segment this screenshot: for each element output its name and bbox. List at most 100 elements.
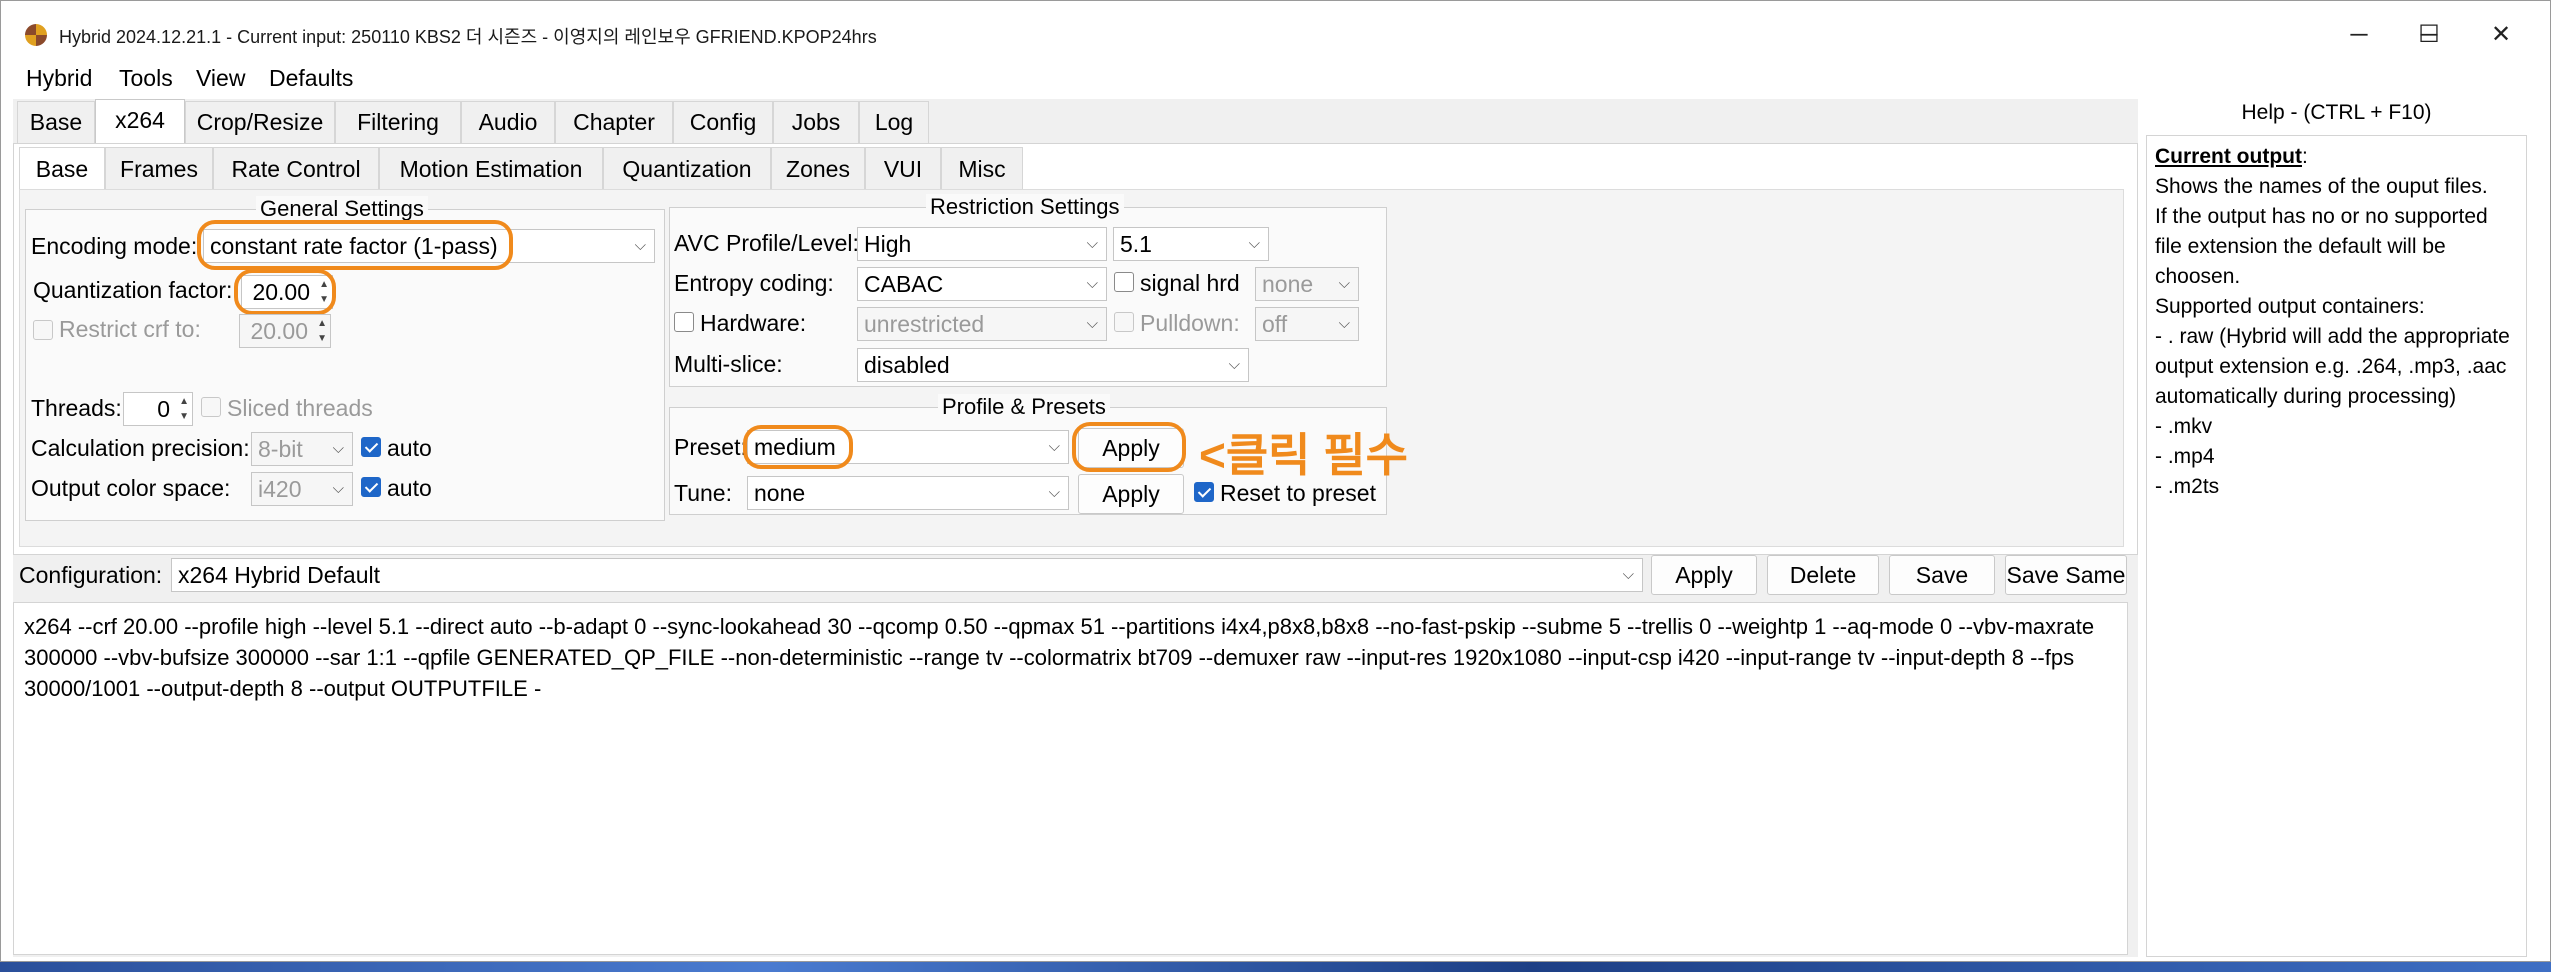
help-heading-line: Current output: bbox=[2155, 142, 2518, 172]
hybrid-app-icon bbox=[25, 24, 47, 46]
multi-slice-value: disabled bbox=[864, 352, 950, 378]
spin-arrows-icon[interactable]: ▲ ▼ bbox=[317, 316, 327, 346]
avc-profile-combo[interactable]: High ⌵ bbox=[857, 227, 1107, 261]
calculation-auto-checkbox[interactable] bbox=[361, 437, 381, 457]
threads-spinbox[interactable]: 0 ▲ ▼ bbox=[123, 392, 193, 426]
restrict-crf-checkbox[interactable] bbox=[33, 320, 53, 340]
signal-hrd-label: signal hrd bbox=[1140, 270, 1240, 296]
general-settings-title: General Settings bbox=[256, 196, 428, 222]
avc-level-value: 5.1 bbox=[1120, 231, 1152, 257]
minimize-window-icon[interactable]: ─ bbox=[2339, 19, 2379, 51]
subtab-vui[interactable]: VUI bbox=[865, 147, 941, 189]
hardware-checkbox[interactable] bbox=[674, 312, 694, 332]
pulldown-combo[interactable]: off ⌵ bbox=[1255, 307, 1359, 341]
chevron-down-icon: ⌵ bbox=[634, 237, 646, 254]
signal-hrd-combo[interactable]: none ⌵ bbox=[1255, 267, 1359, 301]
entropy-coding-label: Entropy coding: bbox=[674, 270, 834, 296]
window-title: Hybrid 2024.12.21.1 - Current input: 250… bbox=[59, 27, 877, 47]
menu-hybrid[interactable]: Hybrid bbox=[26, 65, 92, 92]
config-save-button[interactable]: Save bbox=[1889, 555, 1995, 595]
help-panel[interactable]: Current output: Shows the names of the o… bbox=[2146, 135, 2527, 957]
sliced-threads-label: Sliced threads bbox=[227, 395, 373, 421]
calculation-precision-combo[interactable]: 8-bit ⌵ bbox=[251, 432, 353, 466]
tab-base[interactable]: Base bbox=[17, 101, 95, 143]
chevron-down-icon: ⌵ bbox=[1622, 566, 1634, 583]
encoding-mode-value: constant rate factor (1-pass) bbox=[210, 233, 498, 259]
help-line: - . raw (Hybrid will add the appropriate… bbox=[2155, 325, 2510, 408]
chevron-down-icon: ⌵ bbox=[1248, 235, 1260, 252]
calculation-auto-label: auto bbox=[387, 435, 432, 461]
chevron-down-icon: ⌵ bbox=[1338, 315, 1350, 332]
tab-x264[interactable]: x264 bbox=[95, 99, 185, 143]
subtab-misc[interactable]: Misc bbox=[941, 147, 1023, 189]
preset-combo[interactable]: medium ⌵ bbox=[747, 430, 1069, 464]
entropy-coding-value: CABAC bbox=[864, 271, 944, 297]
subtab-frames[interactable]: Frames bbox=[105, 147, 213, 189]
help-line: If the output has no or no supported fil… bbox=[2155, 205, 2488, 288]
tab-crop-resize[interactable]: Crop/Resize bbox=[185, 101, 335, 143]
menu-view[interactable]: View bbox=[196, 65, 245, 92]
configuration-label: Configuration: bbox=[19, 562, 163, 588]
chevron-down-icon: ⌵ bbox=[1086, 275, 1098, 292]
subtab-base[interactable]: Base bbox=[19, 147, 105, 189]
colorspace-auto-checkbox[interactable] bbox=[361, 477, 381, 497]
spin-arrows-icon[interactable]: ▲ ▼ bbox=[319, 277, 329, 307]
restrict-crf-label: Restrict crf to: bbox=[59, 316, 201, 342]
help-heading: Current output bbox=[2155, 145, 2302, 168]
profile-presets-title: Profile & Presets bbox=[938, 394, 1110, 420]
pulldown-checkbox[interactable] bbox=[1114, 312, 1134, 332]
tune-label: Tune: bbox=[674, 480, 732, 506]
tab-chapter[interactable]: Chapter bbox=[555, 101, 673, 143]
config-save-same-button[interactable]: Save Same bbox=[2005, 555, 2127, 595]
maximize-icon[interactable]: ☐ bbox=[2409, 19, 2449, 51]
multi-slice-combo[interactable]: disabled ⌵ bbox=[857, 348, 1249, 382]
sliced-threads-checkbox[interactable] bbox=[201, 397, 221, 417]
output-color-space-combo[interactable]: i420 ⌵ bbox=[251, 472, 353, 506]
restrict-crf-spinbox[interactable]: 20.00 ▲ ▼ bbox=[239, 314, 331, 348]
hardware-combo[interactable]: unrestricted ⌵ bbox=[857, 307, 1107, 341]
encoding-mode-combo[interactable]: constant rate factor (1-pass) ⌵ bbox=[203, 229, 655, 263]
chevron-down-icon: ⌵ bbox=[332, 480, 344, 497]
chevron-down-icon: ⌵ bbox=[332, 440, 344, 457]
chevron-down-icon: ⌵ bbox=[1048, 438, 1060, 455]
quantization-factor-spinbox[interactable]: 20.00 ▲ ▼ bbox=[241, 275, 333, 309]
tab-audio[interactable]: Audio bbox=[461, 101, 555, 143]
config-delete-button[interactable]: Delete bbox=[1767, 555, 1879, 595]
subtab-motion-estimation[interactable]: Motion Estimation bbox=[379, 147, 603, 189]
config-apply-button[interactable]: Apply bbox=[1651, 555, 1757, 595]
multi-slice-label: Multi-slice: bbox=[674, 351, 783, 377]
avc-level-combo[interactable]: 5.1 ⌵ bbox=[1113, 227, 1269, 261]
help-line: - .mkv bbox=[2155, 415, 2213, 438]
tab-jobs[interactable]: Jobs bbox=[773, 101, 859, 143]
subtab-rate-control[interactable]: Rate Control bbox=[213, 147, 379, 189]
restriction-settings-title: Restriction Settings bbox=[926, 194, 1124, 220]
subtab-quantization[interactable]: Quantization bbox=[603, 147, 771, 189]
menu-tools[interactable]: Tools bbox=[119, 65, 173, 92]
command-line-output[interactable]: x264 --crf 20.00 --profile high --level … bbox=[13, 602, 2128, 955]
hardware-label: Hardware: bbox=[700, 310, 807, 336]
signal-hrd-checkbox[interactable] bbox=[1114, 272, 1134, 292]
help-line: - .m2ts bbox=[2155, 475, 2220, 498]
encoding-mode-label: Encoding mode: bbox=[31, 233, 198, 259]
output-color-space-label: Output color space: bbox=[31, 475, 231, 501]
avc-profile-value: High bbox=[864, 231, 912, 257]
tab-filtering[interactable]: Filtering bbox=[335, 101, 461, 143]
title-bar: Hybrid 2024.12.21.1 - Current input: 250… bbox=[1, 1, 2550, 57]
preset-value: medium bbox=[754, 434, 836, 460]
configuration-combo[interactable]: x264 Hybrid Default ⌵ bbox=[171, 558, 1643, 592]
tune-apply-button[interactable]: Apply bbox=[1078, 474, 1184, 514]
subtab-zones[interactable]: Zones bbox=[771, 147, 865, 189]
menu-defaults[interactable]: Defaults bbox=[269, 65, 353, 92]
spin-arrows-icon[interactable]: ▲ ▼ bbox=[179, 394, 189, 424]
preset-label: Preset: bbox=[674, 434, 747, 460]
tab-config[interactable]: Config bbox=[673, 101, 773, 143]
calculation-precision-value: 8-bit bbox=[258, 436, 303, 462]
tune-combo[interactable]: none ⌵ bbox=[747, 476, 1069, 510]
tab-log[interactable]: Log bbox=[859, 101, 929, 143]
help-heading-colon: : bbox=[2301, 145, 2308, 168]
entropy-coding-combo[interactable]: CABAC ⌵ bbox=[857, 267, 1107, 301]
close-icon[interactable]: ✕ bbox=[2481, 19, 2521, 51]
preset-apply-button[interactable]: Apply bbox=[1078, 428, 1184, 468]
calculation-precision-label: Calculation precision: bbox=[31, 435, 250, 461]
reset-to-preset-checkbox[interactable] bbox=[1194, 482, 1214, 502]
